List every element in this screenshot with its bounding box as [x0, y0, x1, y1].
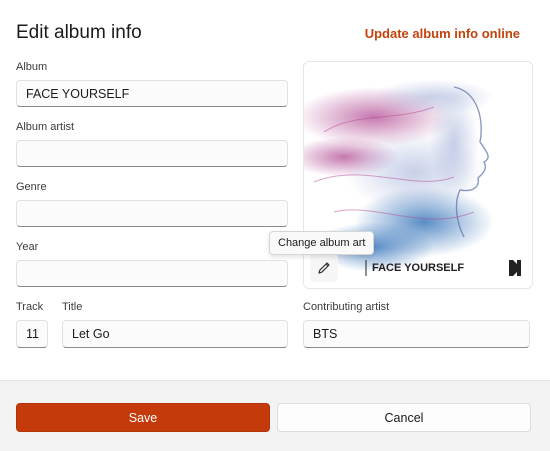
pencil-icon	[318, 262, 330, 274]
album-input[interactable]: FACE YOURSELF	[16, 80, 288, 107]
track-input[interactable]: 11	[16, 320, 48, 348]
save-button[interactable]: Save	[16, 403, 270, 432]
title-input[interactable]: Let Go	[62, 320, 288, 348]
dialog-footer: Save Cancel	[0, 380, 550, 451]
update-album-info-online-link[interactable]: Update album info online	[365, 26, 520, 41]
track-label: Track	[16, 301, 44, 313]
album-art-cover-title: FACE YOURSELF	[372, 262, 464, 274]
genre-input[interactable]	[16, 200, 288, 227]
change-album-art-button[interactable]	[310, 254, 338, 282]
genre-label: Genre	[16, 181, 47, 193]
dialog-title: Edit album info	[16, 22, 142, 43]
edit-album-dialog: Edit album info Update album info online…	[0, 0, 550, 380]
title-label: Title	[62, 301, 83, 313]
cancel-button[interactable]: Cancel	[277, 403, 531, 432]
year-label: Year	[16, 241, 39, 253]
album-artist-input[interactable]	[16, 140, 288, 167]
contributing-artist-label: Contributing artist	[303, 301, 390, 313]
album-artist-label: Album artist	[16, 121, 75, 133]
year-input[interactable]	[16, 260, 288, 287]
album-label: Album	[16, 61, 48, 73]
contributing-artist-input[interactable]: BTS	[303, 320, 530, 348]
change-album-art-tooltip: Change album art	[269, 231, 375, 255]
